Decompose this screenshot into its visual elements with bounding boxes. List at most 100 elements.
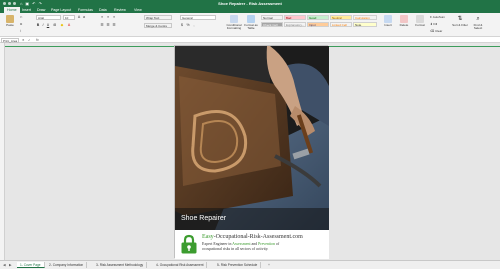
tab-scroll-right-icon[interactable]: ▶ (9, 262, 12, 268)
job-title-caption: Shoe Repairer (181, 215, 227, 222)
style-bad[interactable]: Bad (284, 15, 306, 20)
autosum-button[interactable]: Σ AutoSum (430, 15, 445, 19)
style-label: Normal (263, 16, 273, 20)
conditional-formatting-label: Conditional Formatting (226, 23, 242, 31)
padlock-icon (181, 234, 197, 254)
comma-icon[interactable]: , (192, 23, 196, 27)
style-label: Check Cell (263, 23, 278, 27)
sort-filter-icon: ⇅ (456, 15, 464, 23)
tagline-part: Expert Engineer in (202, 242, 233, 246)
clipboard-icon (6, 15, 14, 23)
clear-label: Clear (435, 29, 443, 33)
conditional-formatting-icon (230, 15, 238, 23)
style-label: Good (309, 16, 317, 20)
copy-icon[interactable]: ⧉ (20, 22, 22, 26)
tagline: Expert Engineer in Assessment and Preven… (202, 242, 326, 252)
shoe-repairer-photo (175, 46, 329, 230)
format-cells-button[interactable]: Format (413, 15, 427, 27)
font-name-select[interactable]: Arial (36, 15, 61, 20)
style-label: Explanatory... (286, 23, 305, 27)
clear-button[interactable]: ⌫ Clear (430, 29, 442, 33)
style-input[interactable]: Input (307, 22, 329, 27)
insert-cells-icon (384, 15, 392, 23)
currency-icon[interactable]: $ (180, 23, 184, 27)
tagline-part: of (274, 242, 280, 246)
fill-color-icon[interactable]: ◆ (60, 23, 64, 27)
tagline-part: and (250, 242, 259, 246)
align-top-icon[interactable]: ≡ (100, 15, 104, 19)
italic-icon[interactable]: I (41, 23, 45, 27)
style-note[interactable]: Note (353, 22, 377, 27)
font-color-icon[interactable]: A (67, 23, 71, 27)
align-center-icon[interactable]: ☰ (106, 23, 110, 27)
fill-button[interactable]: ⬇ Fill (430, 22, 437, 26)
decrease-font-icon[interactable]: a (82, 15, 86, 19)
sheet-tab-cover-page[interactable]: 1- Cover Page (17, 262, 45, 268)
format-as-table-button[interactable]: Format as Table (244, 15, 258, 31)
format-cells-icon (416, 15, 424, 23)
tab-scroll-left-icon[interactable]: ◀ (3, 262, 6, 268)
style-label: Input (309, 23, 316, 27)
align-bottom-icon[interactable]: ≡ (112, 15, 116, 19)
style-good[interactable]: Good (307, 15, 329, 20)
align-left-icon[interactable]: ☰ (100, 23, 104, 27)
insert-cells-label: Insert (384, 23, 392, 27)
format-painter-icon[interactable]: ⌇ (20, 29, 21, 33)
window-title: Shoe Repairer - Risk Assessment (218, 1, 282, 6)
format-as-table-label: Format as Table (244, 23, 258, 31)
sheet-tab-bar: ◀ ▶ 1- Cover Page 2- Company Information… (0, 260, 500, 269)
paste-label: Paste (6, 23, 14, 27)
style-normal[interactable]: Normal (261, 15, 283, 20)
style-neutral[interactable]: Neutral (330, 15, 352, 20)
style-label: Neutral (332, 16, 342, 20)
cut-icon[interactable]: ✂ (20, 15, 23, 19)
sheet-tab-company-information[interactable]: 2- Company Information (46, 262, 88, 268)
tagline-line-2: occupational risks in all sectors of act… (202, 246, 269, 251)
wrap-text-button[interactable]: Wrap Text (144, 15, 172, 20)
sort-filter-label: Sort & Filter (452, 23, 468, 27)
style-calculation[interactable]: Calculation (353, 15, 377, 20)
add-sheet-icon[interactable]: + (268, 262, 270, 268)
search-icon: ⌕ (474, 15, 482, 23)
name-box[interactable]: Print_Area (1, 37, 19, 43)
sheet-tab-risk-prevention-schedule[interactable]: 5- Risk Prevention Schedule (214, 262, 262, 268)
align-middle-icon[interactable]: ≡ (106, 15, 110, 19)
number-format-select[interactable]: General (180, 15, 216, 20)
font-size-select[interactable]: 10 (63, 15, 75, 20)
vertical-ruler (0, 43, 5, 260)
worksheet-area[interactable]: Shoe Repairer Easy-Occupational-Risk-Ass… (0, 43, 500, 260)
sort-filter-button[interactable]: ⇅ Sort & Filter (452, 15, 468, 27)
percent-icon[interactable]: % (186, 23, 190, 27)
find-select-button[interactable]: ⌕ Find & Select (470, 15, 486, 31)
increase-font-icon[interactable]: A (77, 15, 81, 19)
tagline-highlight: Assessment (232, 242, 251, 246)
sheet-tab-occupational-risk-assessment[interactable]: 4- Occupational Risk Assessment (153, 262, 208, 268)
style-check-cell[interactable]: Check Cell (261, 22, 283, 27)
fx-icon[interactable]: fx (36, 38, 39, 42)
delete-cells-button[interactable]: Delete (397, 15, 411, 27)
delete-cells-icon (400, 15, 408, 23)
style-label: Bad (286, 16, 292, 20)
fill-label: Fill (433, 22, 438, 26)
style-label: Linked Cell (332, 23, 347, 27)
style-linked-cell[interactable]: Linked Cell (330, 22, 352, 27)
underline-icon[interactable]: U (46, 23, 50, 27)
cancel-formula-icon[interactable]: ✕ (22, 38, 25, 42)
format-cells-label: Format (415, 23, 425, 27)
brand-footer: Easy-Occupational-Risk-Assessment.com Ex… (175, 230, 329, 259)
confirm-formula-icon[interactable]: ✓ (28, 38, 31, 42)
borders-icon[interactable]: ⊞ (53, 23, 57, 27)
find-select-label: Find & Select (473, 23, 483, 31)
merge-center-button[interactable]: Merge & Centre (144, 23, 172, 28)
cover-page: Shoe Repairer Easy-Occupational-Risk-Ass… (174, 45, 329, 259)
conditional-formatting-button[interactable]: Conditional Formatting (226, 15, 242, 31)
tagline-highlight: Prevention (258, 242, 275, 246)
format-as-table-icon (247, 15, 255, 23)
style-label: Calculation (355, 16, 370, 20)
sheet-tab-risk-assessment-methodology[interactable]: 3- Risk Assessment Methodology (93, 262, 148, 268)
paste-button[interactable]: Paste (3, 15, 17, 27)
style-explanatory[interactable]: Explanatory... (284, 22, 306, 27)
insert-cells-button[interactable]: Insert (381, 15, 395, 27)
align-right-icon[interactable]: ☰ (112, 23, 116, 27)
bold-icon[interactable]: B (36, 23, 40, 27)
